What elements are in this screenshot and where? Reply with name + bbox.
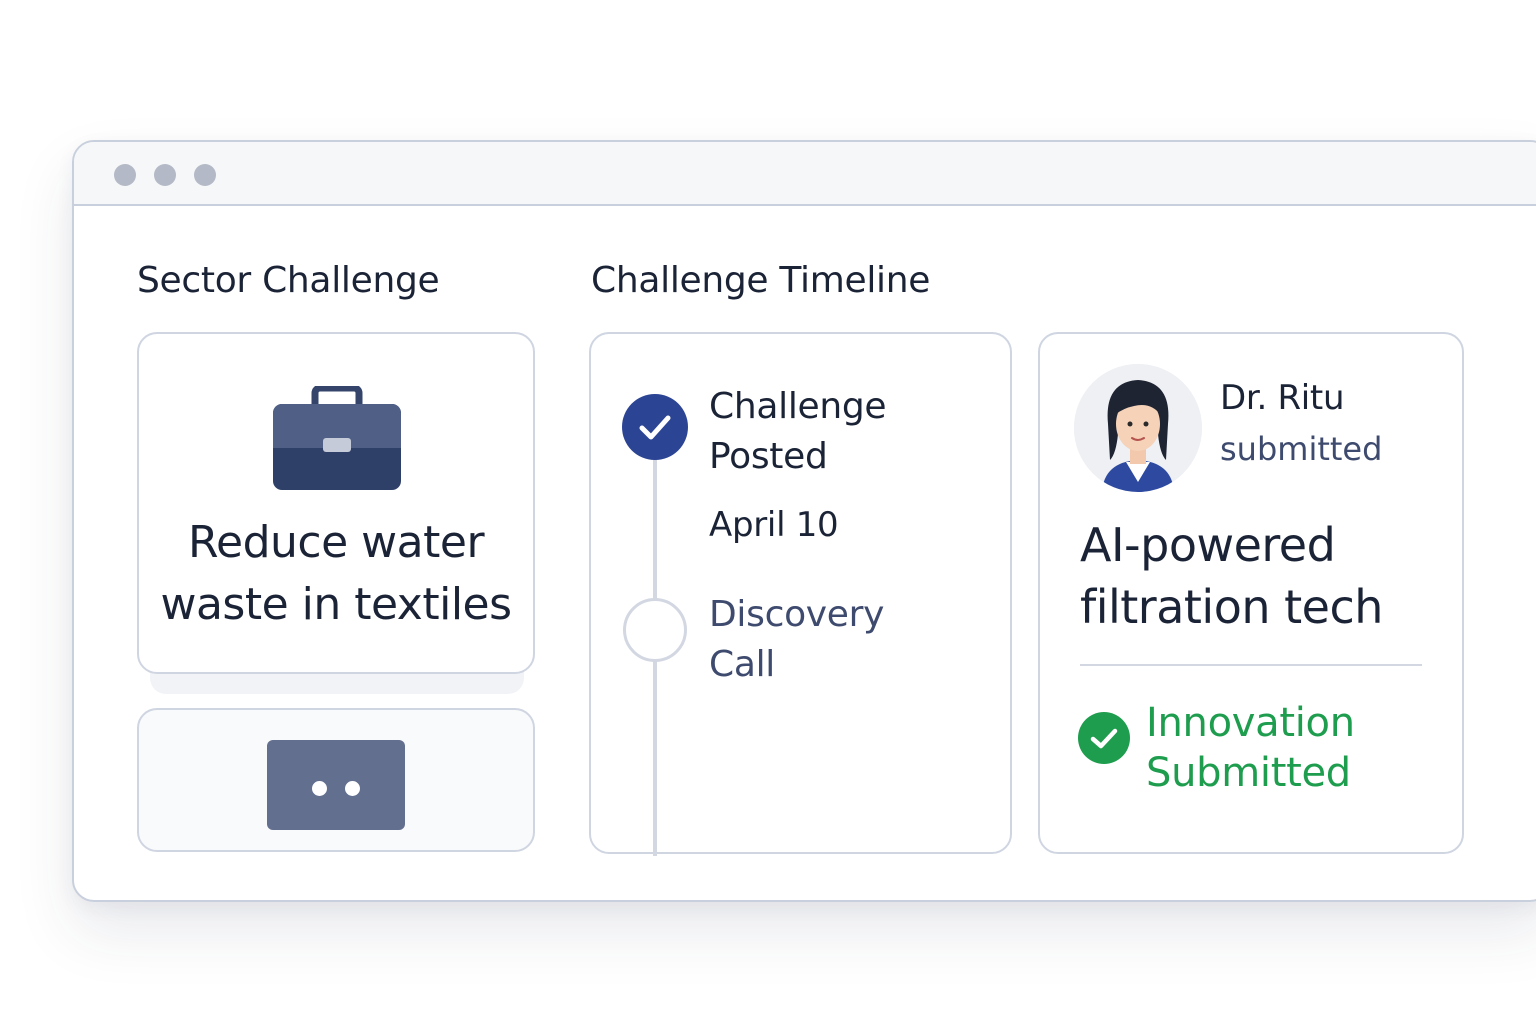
sector-challenge-card[interactable]: Reduce water waste in textiles [137,332,535,674]
submitter-action: submitted [1220,430,1383,468]
window-control-dot[interactable] [154,164,176,186]
submission-status-line: Innovation [1146,700,1355,746]
avatar [1074,364,1202,492]
submission-status: Innovation Submitted [1146,698,1426,798]
check-icon [622,394,688,460]
timeline-step-label-line: Challenge [709,386,887,427]
innovation-title-line: AI-powered [1080,518,1336,572]
timeline-step-label-line: Call [709,644,776,685]
timeline-step-label: Discovery Call [709,590,989,690]
submission-status-line: Submitted [1146,750,1351,796]
challenge-description-line: Reduce water [187,517,485,568]
briefcase-icon [273,386,401,490]
innovation-title: AI-powered filtration tech [1080,514,1440,638]
challenge-description-line: waste in textiles [160,579,512,630]
submitter-name: Dr. Ritu [1220,378,1345,418]
empty-circle-icon [623,598,687,662]
sector-challenge-heading: Sector Challenge [137,260,440,301]
window-control-dot[interactable] [114,164,136,186]
timeline-step-label-line: Discovery [709,594,885,635]
dot [312,781,327,796]
more-dots-icon[interactable] [267,740,405,830]
dot [345,781,360,796]
browser-window: Sector Challenge Reduce water waste in t… [72,140,1536,902]
challenge-timeline-heading: Challenge Timeline [591,260,931,301]
secondary-challenge-card[interactable] [137,708,535,852]
timeline-card: Challenge Posted April 10 Discovery Call [589,332,1012,856]
submission-card[interactable]: Dr. Ritu submitted AI-powered filtration… [1038,332,1464,854]
timeline-step-label-line: Posted [709,436,828,477]
timeline-step-date: April 10 [709,505,839,545]
innovation-title-line: filtration tech [1080,580,1383,634]
check-circle-icon [1078,712,1130,764]
timeline-step-label: Challenge Posted [709,382,989,482]
window-titlebar [74,142,1536,206]
window-control-dot[interactable] [194,164,216,186]
challenge-description: Reduce water waste in textiles [139,512,533,636]
divider [1080,664,1422,666]
